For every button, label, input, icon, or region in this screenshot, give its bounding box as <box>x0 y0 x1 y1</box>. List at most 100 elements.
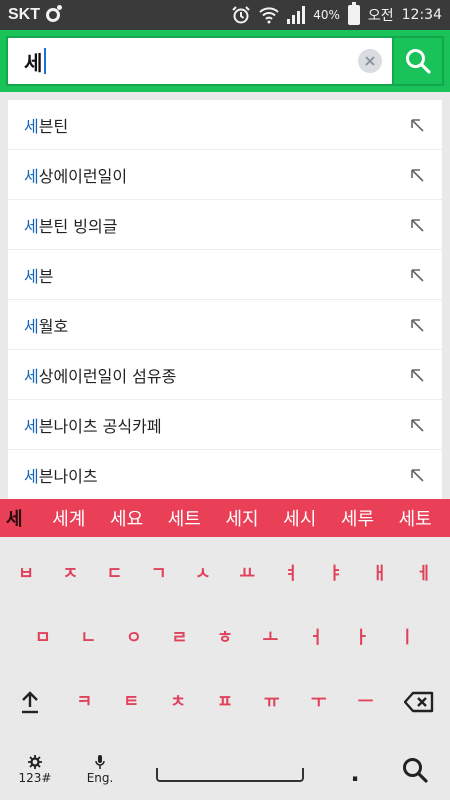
keyboard-row-3: ㅋㅌㅊㅍㅠㅜㅡ <box>0 682 450 722</box>
key[interactable]: ㅍ <box>207 682 243 722</box>
key[interactable]: ㅕ <box>271 554 311 594</box>
symbols-key[interactable]: 123# <box>10 755 60 785</box>
key[interactable]: ㅈ <box>50 554 90 594</box>
key[interactable]: ㅇ <box>114 618 154 658</box>
key[interactable]: ㅜ <box>301 682 337 722</box>
key[interactable]: ㅏ <box>342 618 382 658</box>
candidate-word[interactable]: 세지 <box>213 505 271 531</box>
text-cursor <box>44 48 47 74</box>
suggestion-item[interactable]: 세븐나이츠 공식카페 <box>8 400 442 450</box>
key[interactable]: ㅡ <box>348 682 384 722</box>
key[interactable]: ㄷ <box>94 554 134 594</box>
fill-query-arrow-icon[interactable] <box>408 316 426 334</box>
suggestion-rest: 상에이런일이 <box>38 166 128 186</box>
suggestion-rest: 븐틴 <box>38 116 69 136</box>
suggestion-text: 세븐틴 빙의글 <box>24 213 408 237</box>
search-query: 세 <box>24 50 43 75</box>
suggestion-rest: 븐 <box>38 266 54 286</box>
suggestion-list: 세븐틴 세상에이런일이 세븐틴 빙의글 세븐 세월호 세상에이런일이 섬유종 세븐나이츠 공… <box>8 100 442 500</box>
suggestion-text: 세월호 <box>24 313 408 337</box>
period-key[interactable]: . <box>335 759 375 787</box>
search-button[interactable] <box>392 36 444 86</box>
key[interactable]: ㅋ <box>66 682 102 722</box>
suggestion-item[interactable]: 세상에이런일이 섬유종 <box>8 350 442 400</box>
search-bar: 세 <box>0 30 450 92</box>
keyboard-row-4: 123# Eng. . <box>0 742 450 798</box>
search-input-box[interactable]: 세 <box>6 36 392 86</box>
battery-percent: 40% <box>313 8 340 22</box>
wifi-icon <box>259 6 279 24</box>
candidate-bar: 세 세계 세요 세트 세지 세시 세루 세토 <box>0 499 450 537</box>
ampm-label: 오전 <box>367 8 394 24</box>
suggestion-rest: 븐틴 빙의글 <box>38 216 118 236</box>
key[interactable]: ㄹ <box>159 618 199 658</box>
candidate-word[interactable]: 세루 <box>329 505 387 531</box>
suggestion-match: 세 <box>24 316 39 336</box>
shift-icon <box>22 691 39 714</box>
key[interactable]: ㅛ <box>227 554 267 594</box>
suggestion-match: 세 <box>24 366 39 386</box>
key[interactable]: ㅂ <box>6 554 46 594</box>
space-key[interactable] <box>140 758 320 782</box>
key[interactable]: ㅠ <box>254 682 290 722</box>
key[interactable]: ㅌ <box>113 682 149 722</box>
key[interactable]: ㅊ <box>160 682 196 722</box>
key[interactable]: ㅣ <box>387 618 427 658</box>
candidate-word[interactable]: 세요 <box>98 505 156 531</box>
key[interactable]: ㅗ <box>251 618 291 658</box>
suggestion-item[interactable]: 세월호 <box>8 300 442 350</box>
fill-query-arrow-icon[interactable] <box>408 266 426 284</box>
key[interactable]: ㅎ <box>205 618 245 658</box>
fill-query-arrow-icon[interactable] <box>408 416 426 434</box>
suggestion-item[interactable]: 세븐 <box>8 250 442 300</box>
fill-query-arrow-icon[interactable] <box>408 216 426 234</box>
fill-query-arrow-icon[interactable] <box>408 116 426 134</box>
key[interactable]: ㄴ <box>68 618 108 658</box>
key[interactable]: ㅅ <box>183 554 223 594</box>
key[interactable]: ㅁ <box>23 618 63 658</box>
candidate-word[interactable]: 세계 <box>40 505 98 531</box>
candidate-word[interactable]: 세 <box>6 505 40 531</box>
backspace-key[interactable] <box>394 682 444 722</box>
suggestion-match: 세 <box>24 466 39 486</box>
search-input[interactable]: 세 <box>24 47 358 76</box>
suggestion-item[interactable]: 세븐틴 <box>8 100 442 150</box>
suggestion-item[interactable]: 세상에이런일이 <box>8 150 442 200</box>
key[interactable]: ㅑ <box>315 554 355 594</box>
key[interactable]: ㅐ <box>360 554 400 594</box>
fill-query-arrow-icon[interactable] <box>408 366 426 384</box>
candidate-word[interactable]: 세트 <box>155 505 213 531</box>
space-key-glyph <box>156 768 304 782</box>
suggestion-match: 세 <box>24 166 39 186</box>
search-icon <box>406 49 431 74</box>
suggestion-match: 세 <box>24 416 39 436</box>
battery-icon <box>347 2 360 25</box>
key[interactable]: ㄱ <box>139 554 179 594</box>
suggestion-rest: 월호 <box>38 316 69 336</box>
carrier-label: SKT <box>8 6 40 23</box>
key[interactable]: ㅓ <box>296 618 336 658</box>
suggestion-text: 세븐나이츠 공식카페 <box>24 413 408 437</box>
suggestion-item[interactable]: 세븐틴 빙의글 <box>8 200 442 250</box>
gear-icon <box>28 755 42 769</box>
keyboard-row-2: ㅁㄴㅇㄹㅎㅗㅓㅏㅣ <box>0 618 450 658</box>
suggestion-rest: 븐나이츠 <box>38 466 98 486</box>
suggestion-text: 세상에이런일이 섬유종 <box>24 363 408 387</box>
symbols-key-label: 123# <box>18 771 52 785</box>
fill-query-arrow-icon[interactable] <box>408 466 426 484</box>
suggestion-match: 세 <box>24 216 39 236</box>
alarm-icon <box>231 5 251 25</box>
suggestion-text: 세상에이런일이 <box>24 163 408 187</box>
keyboard-search-key[interactable] <box>390 756 440 784</box>
candidate-word[interactable]: 세토 <box>386 505 444 531</box>
candidate-word[interactable]: 세시 <box>271 505 329 531</box>
keyboard-row-1: ㅂㅈㄷㄱㅅㅛㅕㅑㅐㅔ <box>0 554 450 594</box>
shift-key[interactable] <box>5 682 55 722</box>
suggestion-item[interactable]: 세븐나이츠 <box>8 450 442 500</box>
language-key[interactable]: Eng. <box>75 755 125 785</box>
clear-icon[interactable] <box>358 49 382 73</box>
key[interactable]: ㅔ <box>404 554 444 594</box>
backspace-icon <box>404 691 434 713</box>
status-bar: SKT 40% 오전 12:34 <box>0 0 450 30</box>
fill-query-arrow-icon[interactable] <box>408 166 426 184</box>
